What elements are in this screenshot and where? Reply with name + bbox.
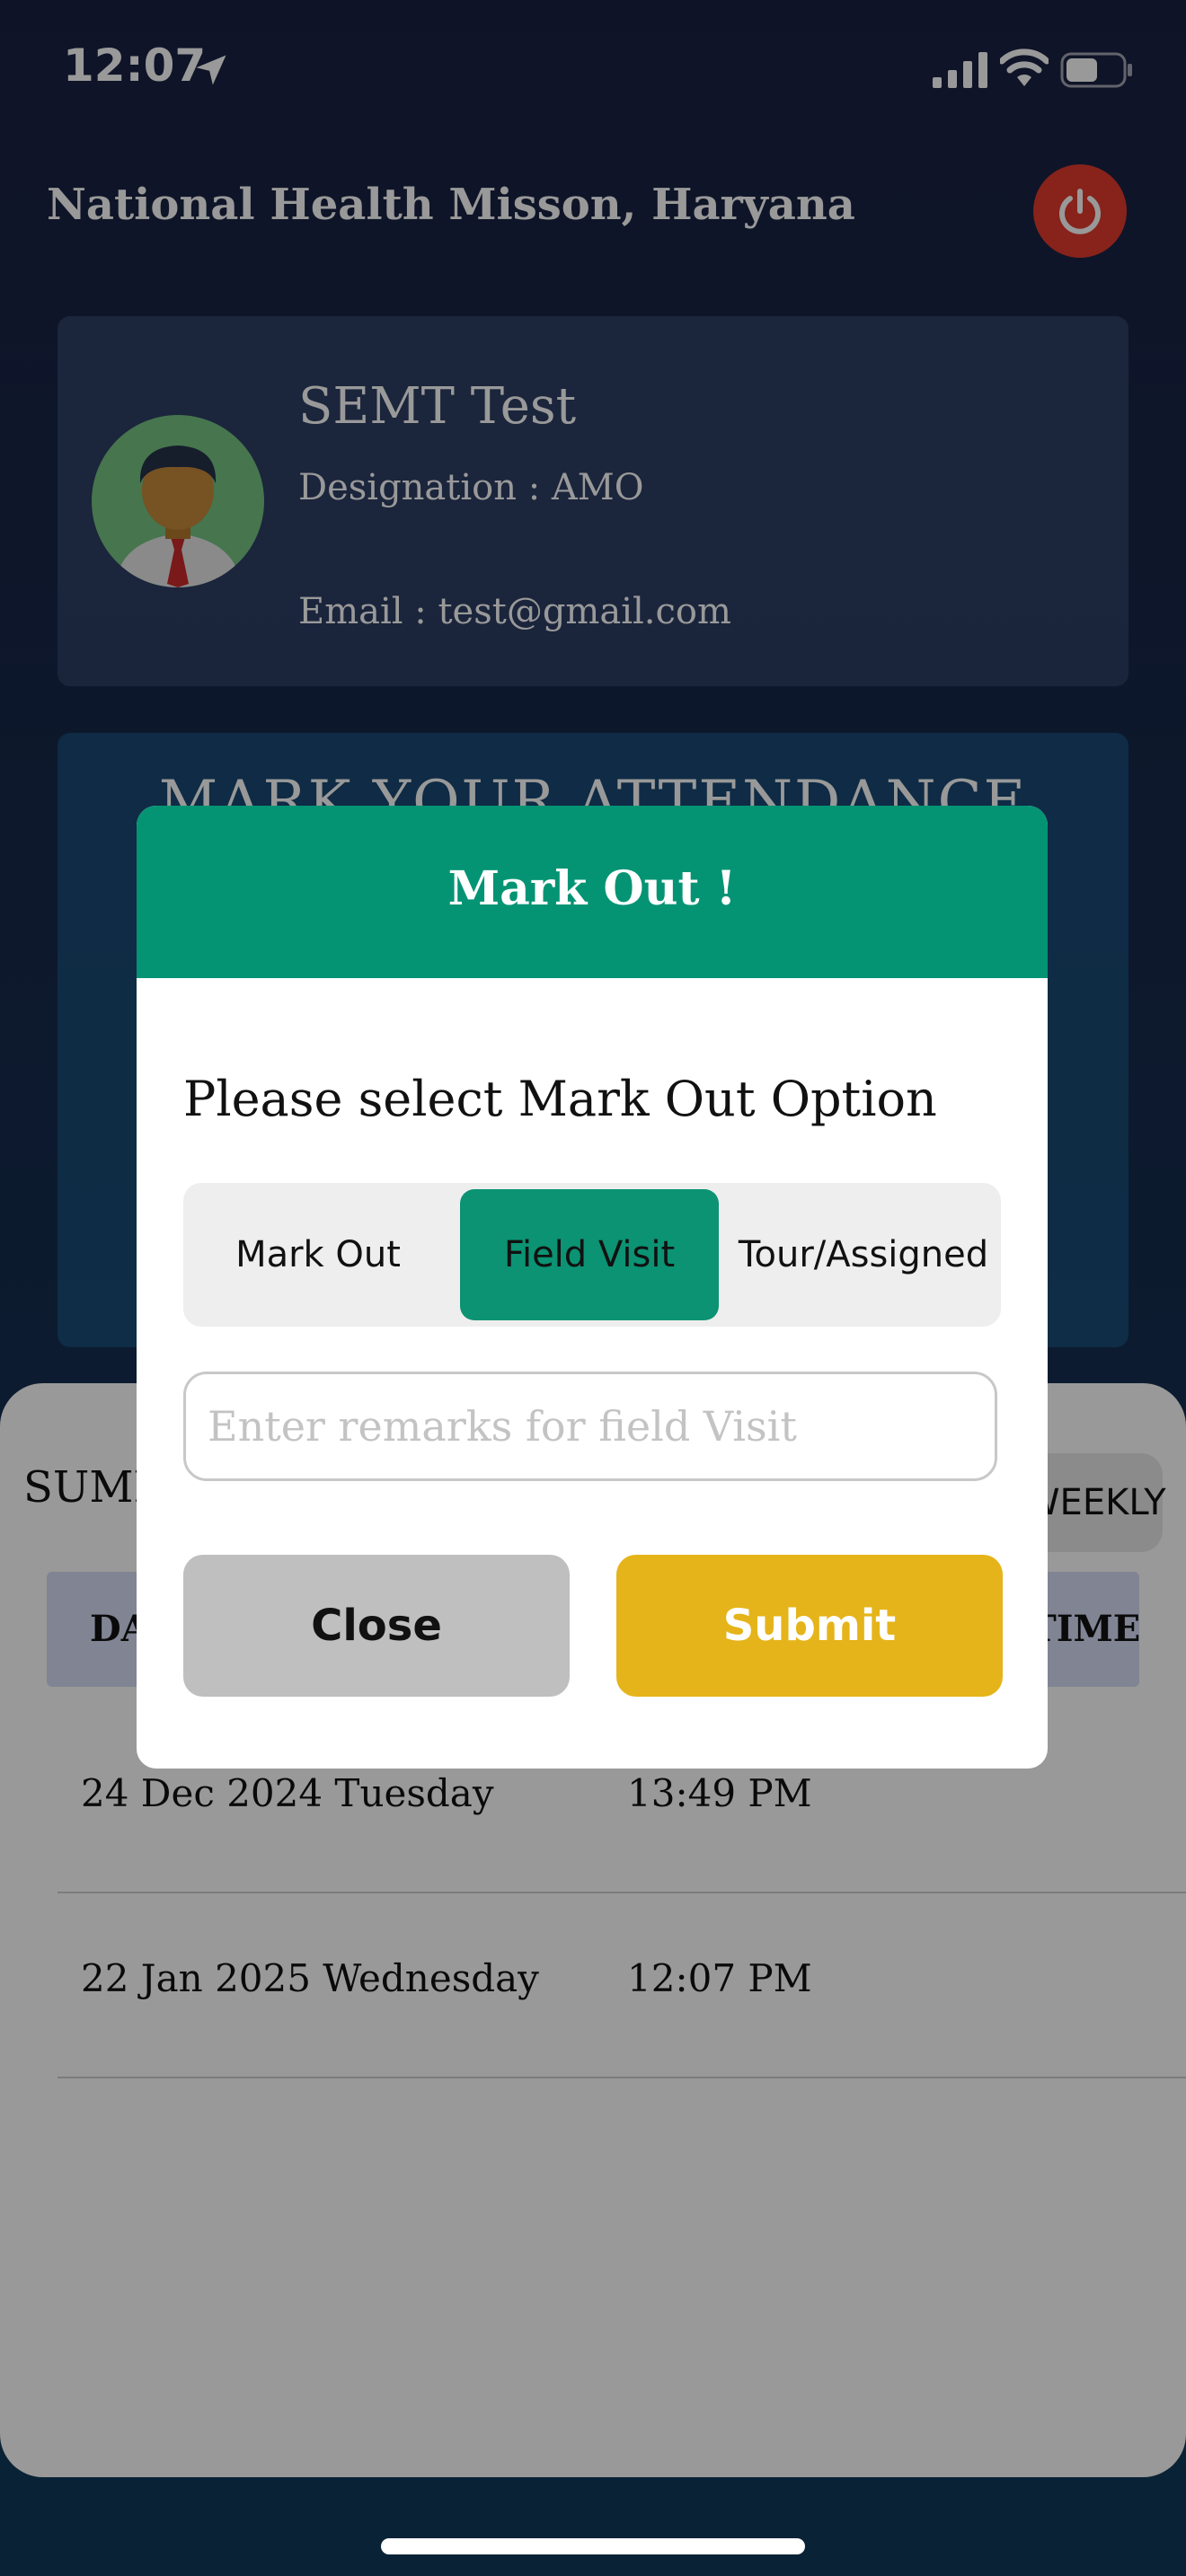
mark-out-option-selector: Mark Out Field Visit Tour/Assigned (183, 1183, 1001, 1327)
home-indicator[interactable] (381, 2538, 805, 2554)
dialog-header: Mark Out ! (137, 806, 1048, 978)
submit-button[interactable]: Submit (616, 1555, 1003, 1697)
dialog-prompt: Please select Mark Out Option (183, 1071, 937, 1127)
remarks-input[interactable] (183, 1372, 997, 1481)
dialog-title: Mark Out ! (447, 861, 737, 916)
option-field-visit[interactable]: Field Visit (460, 1189, 719, 1320)
mark-out-dialog: Mark Out ! Please select Mark Out Option… (137, 806, 1048, 1769)
close-button[interactable]: Close (183, 1555, 570, 1697)
option-mark-out[interactable]: Mark Out (183, 1189, 453, 1320)
option-tour-assigned[interactable]: Tour/Assigned (726, 1189, 1001, 1320)
